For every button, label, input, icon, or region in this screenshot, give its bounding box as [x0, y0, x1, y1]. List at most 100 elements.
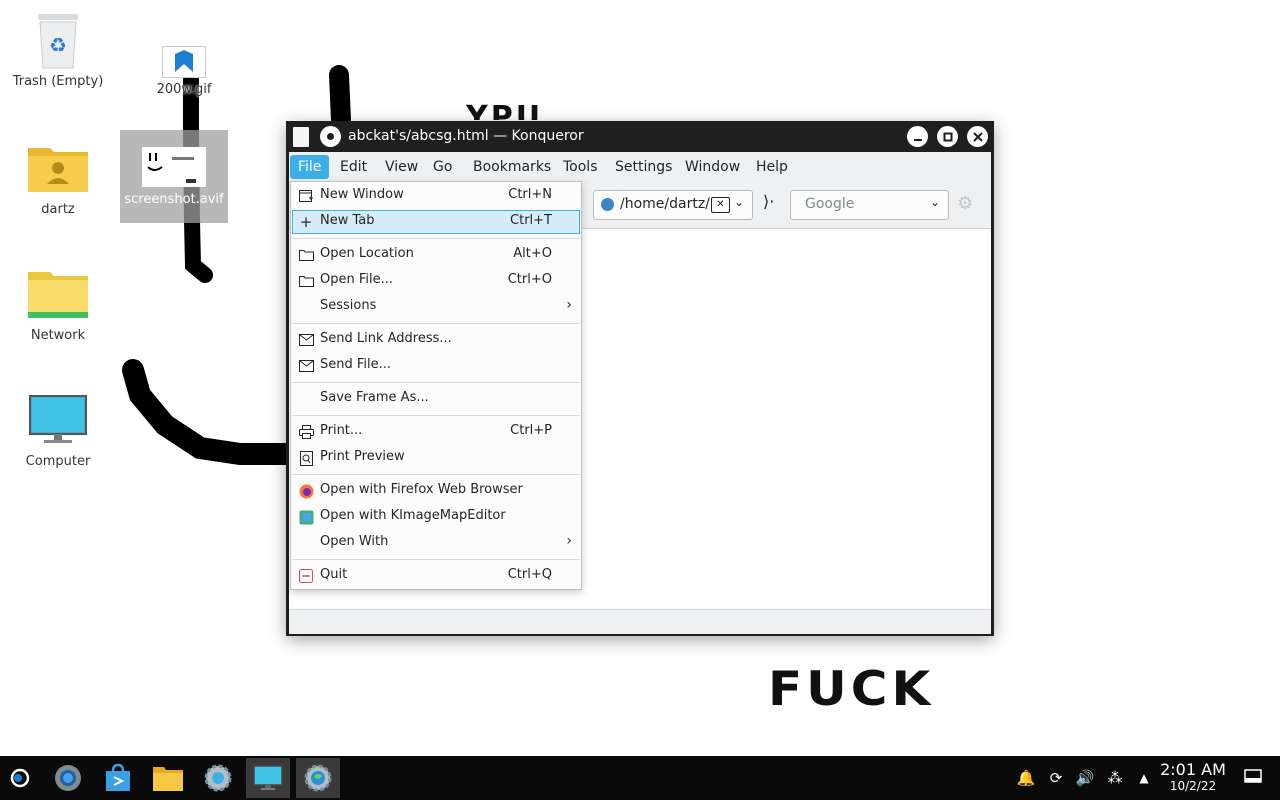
computer-icon	[26, 388, 90, 452]
menu-item-label: Send Link Address...	[320, 331, 452, 346]
menu-edit[interactable]: Edit	[332, 155, 375, 179]
clock-date: 10/2/22	[1169, 779, 1217, 793]
quit-icon	[298, 568, 314, 584]
folder-icon	[298, 247, 314, 263]
application-launcher-icon[interactable]	[0, 758, 40, 798]
menu-item-send-link[interactable]: Send Link Address...	[292, 328, 580, 352]
menu-item-open-with[interactable]: Open With ›	[292, 531, 580, 555]
menu-item-label: Quit	[320, 567, 348, 582]
chevron-right-icon: ›	[566, 533, 572, 549]
search-field[interactable]: Google ⌄	[790, 190, 949, 220]
location-value: /home/dartz/D	[620, 196, 710, 212]
desktop-icon-dartz[interactable]: dartz	[8, 136, 108, 217]
svg-text:♻: ♻	[49, 33, 67, 57]
on-all-desktops-icon[interactable]	[320, 126, 341, 147]
chevron-down-icon[interactable]: ⌄	[930, 195, 940, 209]
clock[interactable]: 2:01 AM 10/2/22	[1158, 760, 1228, 794]
desktop-icon-label: Trash (Empty)	[12, 74, 104, 89]
notifications-icon[interactable]: 🔔	[1016, 768, 1036, 788]
location-field[interactable]: /home/dartz/D ✕ ⌄	[593, 190, 753, 220]
menu-item-label: New Tab	[320, 213, 375, 228]
desktop-icon-trash[interactable]: ♻ Trash (Empty)	[8, 8, 108, 89]
updates-icon[interactable]: ⟳	[1046, 768, 1066, 788]
clock-time: 2:01 AM	[1160, 760, 1226, 779]
firefox-icon	[298, 483, 314, 499]
menu-item-label: Open with KImageMapEditor	[320, 508, 506, 523]
menu-separator	[292, 323, 580, 324]
image-file-icon	[152, 44, 216, 80]
go-arrow-icon[interactable]: ⟩·	[763, 192, 774, 211]
volume-icon[interactable]: 🔊	[1075, 768, 1095, 788]
menu-go[interactable]: Go	[425, 155, 460, 179]
menu-item-label: Open With	[320, 534, 389, 549]
menu-item-label: Save Frame As...	[320, 390, 429, 405]
gear-icon: ⚙	[957, 193, 974, 214]
home-folder-icon	[26, 136, 90, 200]
printer-icon	[298, 424, 314, 440]
chevron-right-icon: ›	[566, 297, 572, 313]
menu-file[interactable]: File	[290, 155, 330, 179]
menu-item-quit[interactable]: Quit Ctrl+Q	[292, 564, 580, 588]
menu-bookmarks[interactable]: Bookmarks	[465, 155, 559, 179]
menu-item-open-with-kimagemapeditor[interactable]: Open with KImageMapEditor	[292, 505, 580, 529]
menu-separator	[292, 382, 580, 383]
network-folder-icon	[26, 262, 90, 326]
menu-window[interactable]: Window	[677, 155, 748, 179]
network-icon[interactable]: ⁂	[1105, 768, 1125, 788]
search-placeholder: Google	[805, 196, 855, 212]
globe-icon	[601, 198, 614, 211]
mail-file-icon	[298, 358, 314, 374]
menu-item-shortcut: Ctrl+P	[510, 423, 552, 438]
close-icon[interactable]	[967, 126, 988, 147]
chevron-down-icon[interactable]: ⌄	[734, 195, 744, 209]
menu-item-new-window[interactable]: New Window Ctrl+N	[292, 184, 580, 208]
menu-item-new-tab[interactable]: + New Tab Ctrl+T	[292, 210, 580, 234]
menu-item-save-frame-as[interactable]: Save Frame As...	[292, 387, 580, 411]
menu-item-label: Open with Firefox Web Browser	[320, 482, 523, 497]
dolphin-icon[interactable]	[146, 758, 190, 798]
system-settings-icon[interactable]	[196, 758, 240, 798]
folder-icon	[298, 273, 314, 289]
menu-item-open-with-firefox[interactable]: Open with Firefox Web Browser	[292, 479, 580, 503]
desktop-icon[interactable]	[246, 758, 290, 798]
desktop-icon-network[interactable]: Network	[8, 262, 108, 343]
menu-item-open-file[interactable]: Open File... Ctrl+O	[292, 269, 580, 293]
clear-text-icon[interactable]: ✕	[711, 197, 730, 213]
wallpaper-text-bottom: FUCK	[768, 661, 935, 717]
menu-item-label: Send File...	[320, 357, 392, 372]
konqueror-icon[interactable]	[296, 758, 340, 798]
menu-item-label: New Window	[320, 187, 404, 202]
store-icon[interactable]	[96, 758, 140, 798]
trash-icon: ♻	[26, 8, 90, 72]
menu-separator	[292, 474, 580, 475]
menu-item-print[interactable]: Print... Ctrl+P	[292, 420, 580, 444]
menu-item-shortcut: Alt+O	[513, 246, 552, 261]
discover-icon[interactable]	[46, 758, 90, 798]
image-thumbnail-icon	[142, 130, 206, 190]
maximize-icon[interactable]	[937, 126, 958, 147]
mail-link-icon	[298, 332, 314, 348]
menu-item-sessions[interactable]: Sessions ›	[292, 295, 580, 319]
desktop-icon-label: dartz	[41, 202, 75, 217]
menu-separator	[292, 415, 580, 416]
menu-item-open-location[interactable]: Open Location Alt+O	[292, 243, 580, 267]
minimize-icon[interactable]	[907, 126, 928, 147]
plus-icon: +	[299, 213, 313, 231]
desktop-icon-label: Computer	[25, 454, 91, 469]
window-titlebar[interactable]: abckat's/abcsg.html — Konqueror	[286, 121, 994, 152]
desktop-icon-computer[interactable]: Computer	[8, 388, 108, 469]
desktop-icon-200w-gif[interactable]: 200w.gif	[134, 44, 234, 97]
show-desktop-icon[interactable]	[1243, 768, 1263, 788]
menu-help[interactable]: Help	[748, 155, 796, 179]
menu-item-label: Print Preview	[320, 449, 405, 464]
menu-tools[interactable]: Tools	[555, 155, 606, 179]
menu-item-send-file[interactable]: Send File...	[292, 354, 580, 378]
expand-tray-icon[interactable]: ▲	[1134, 768, 1154, 788]
menu-view[interactable]: View	[377, 155, 426, 179]
menu-settings[interactable]: Settings	[607, 155, 680, 179]
kimagemapeditor-icon	[298, 509, 314, 525]
menu-separator	[292, 238, 580, 239]
desktop-icon-screenshot-avif[interactable]: screenshot.avif	[120, 130, 228, 223]
menu-item-print-preview[interactable]: Print Preview	[292, 446, 580, 470]
desktop-icon-label: 200w.gif	[156, 82, 212, 97]
